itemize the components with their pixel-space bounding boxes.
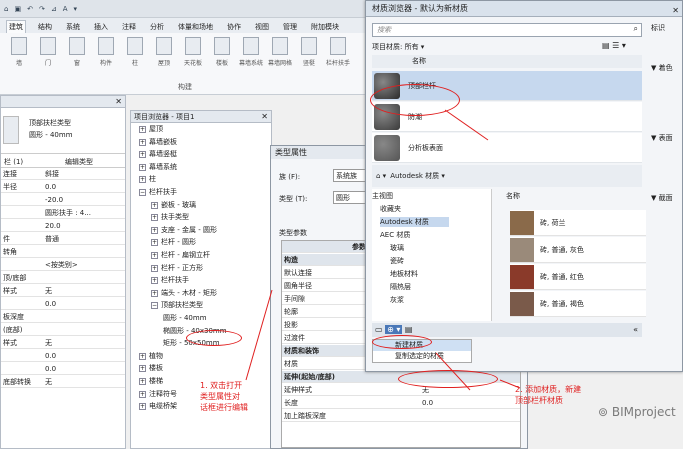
brick-thumb-icon (510, 292, 534, 316)
brick-thumb-icon (510, 211, 534, 235)
library-material[interactable]: 砖, 普通, 褐色 (510, 291, 646, 317)
wechat-icon: ⊚ (598, 405, 612, 419)
brick-thumb-icon (510, 265, 534, 289)
watermark: ⊚ BIMproject (598, 405, 676, 419)
library-material[interactable]: 砖, 普通, 红色 (510, 264, 646, 290)
library-material[interactable]: 砖, 普通, 灰色 (510, 237, 646, 263)
brick-thumb-icon (510, 238, 534, 262)
library-material[interactable]: 砖, 荷兰 (510, 210, 646, 236)
